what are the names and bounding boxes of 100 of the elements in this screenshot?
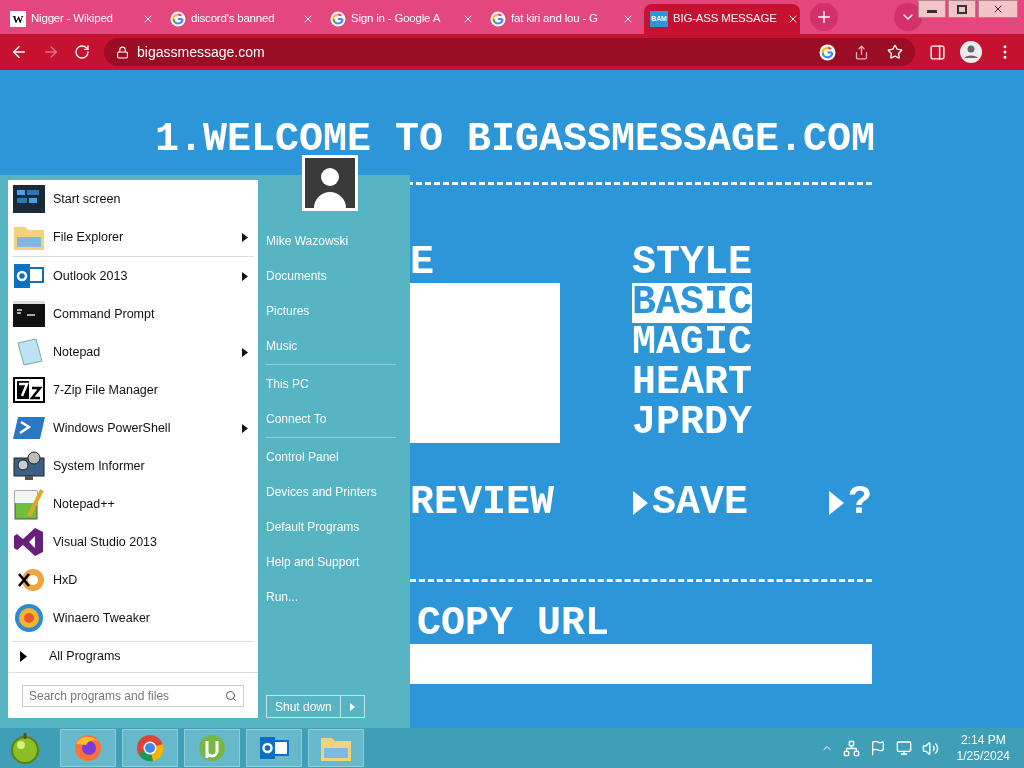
back-icon[interactable] (10, 43, 28, 61)
tab-title: Sign in - Google A (351, 11, 441, 27)
browser-tab[interactable]: Sign in - Google A (324, 4, 480, 34)
lock-icon (116, 45, 129, 59)
place-item[interactable]: Music (266, 328, 396, 363)
tab-title: fat kiri and lou - G (511, 11, 598, 27)
action-link[interactable]: ? (828, 483, 872, 523)
place-item[interactable]: Default Programs (266, 509, 396, 544)
action-link[interactable]: SAVE (632, 483, 748, 523)
monitor-icon[interactable] (895, 740, 912, 756)
tab-title: Nigger - Wikiped (31, 11, 113, 27)
share-icon[interactable] (854, 44, 869, 60)
caret-icon (349, 702, 355, 711)
search-field[interactable]: Search programs and files (22, 685, 244, 707)
program-item[interactable]: 7-Zip File Manager (8, 371, 258, 409)
style-option[interactable]: JPRDY (632, 403, 753, 443)
speaker-icon[interactable] (921, 739, 939, 757)
side-panel-icon[interactable] (929, 43, 946, 61)
program-item[interactable]: Winaero Tweaker (8, 599, 258, 637)
terminal-icon (13, 301, 45, 327)
message-field[interactable] (410, 283, 560, 443)
restore-button[interactable] (948, 0, 976, 18)
section-heading: E (410, 243, 434, 283)
user-name[interactable]: Mike Wazowski (266, 223, 396, 258)
triangle-icon (632, 490, 649, 516)
url-field[interactable] (410, 644, 872, 684)
place-item[interactable]: Documents (266, 258, 396, 293)
url-text: bigassmessage.com (137, 42, 266, 62)
submenu-arrow-icon (242, 347, 248, 357)
program-item[interactable]: Notepad (8, 333, 258, 371)
reload-icon[interactable] (74, 44, 90, 60)
style-option[interactable]: HEART (632, 363, 753, 403)
section-heading: STYLE (632, 243, 753, 283)
program-item[interactable]: File Explorer (8, 218, 258, 256)
program-item[interactable]: Windows PowerShell (8, 409, 258, 447)
favicon: W (10, 11, 26, 27)
place-item[interactable]: This PC (266, 366, 396, 401)
expand-arrow-icon (20, 650, 27, 662)
program-item[interactable]: Start screen (8, 180, 258, 218)
clock-time[interactable]: 2:14 PM (960, 732, 1006, 748)
envelope-icon (13, 262, 45, 290)
notepad-icon (14, 337, 44, 367)
all-programs-item[interactable]: All Programs (8, 642, 258, 670)
taskbar-button[interactable] (60, 729, 116, 767)
browser-tab[interactable]: fat kiri and lou - G (484, 4, 640, 34)
address-bar[interactable]: bigassmessage.com (104, 38, 915, 66)
shutdown-options-button[interactable] (340, 695, 365, 718)
start-orb-icon[interactable] (8, 731, 42, 765)
program-item[interactable]: Command Prompt (8, 295, 258, 333)
preview-link[interactable]: REVIEW (410, 480, 555, 525)
place-item[interactable]: Pictures (266, 293, 396, 328)
user-avatar[interactable] (302, 155, 358, 211)
program-item[interactable]: Notepad++ (8, 485, 258, 523)
submenu-arrow-icon (242, 232, 248, 242)
tab-title: discord's banned (191, 11, 275, 27)
browser-tab[interactable]: W Nigger - Wikiped (4, 4, 160, 34)
place-item[interactable]: Run... (266, 579, 396, 614)
taskbar-button[interactable] (184, 729, 240, 767)
close-icon[interactable] (622, 13, 634, 25)
place-item[interactable]: Devices and Printers (266, 474, 396, 509)
place-item[interactable]: Connect To (266, 401, 396, 436)
style-option[interactable]: MAGIC (632, 323, 753, 363)
profile-icon[interactable] (960, 41, 982, 63)
place-item[interactable]: Help and Support (266, 544, 396, 579)
program-item[interactable]: HxD (8, 561, 258, 599)
tab-title: BIG-ASS MESSAGE (673, 11, 777, 27)
taskbar-button[interactable] (122, 729, 178, 767)
network-icon[interactable] (842, 739, 860, 757)
clock-date[interactable]: 1/25/2024 (956, 748, 1010, 764)
search-icon[interactable] (225, 690, 237, 702)
ribbon-icon (14, 527, 44, 557)
google-icon (330, 11, 346, 27)
close-icon[interactable] (302, 13, 314, 25)
shutdown-button[interactable]: Shut down (266, 695, 341, 718)
close-icon[interactable] (142, 13, 154, 25)
submenu-arrow-icon (242, 271, 248, 281)
style-option[interactable]: BASIC (632, 283, 753, 323)
program-item[interactable]: System Informer (8, 447, 258, 485)
mu-circle-icon (197, 733, 227, 763)
plus-icon (815, 8, 833, 26)
place-item[interactable]: Control Panel (266, 439, 396, 474)
submenu-arrow-icon (242, 423, 248, 433)
flag-icon[interactable] (869, 740, 886, 756)
browser-tab[interactable]: discord's banned (164, 4, 320, 34)
monitor-gears-icon (13, 450, 45, 482)
star-icon[interactable] (887, 44, 903, 60)
notepad-pencil-icon (14, 488, 44, 520)
swirl-icon (13, 603, 45, 633)
tiles-icon (13, 185, 45, 213)
fox-globe-icon (73, 733, 103, 763)
taskbar-button[interactable] (246, 729, 302, 767)
shell-icon (13, 415, 45, 441)
new-tab-button[interactable] (810, 3, 838, 31)
program-item[interactable]: Outlook 2013 (8, 257, 258, 295)
close-icon[interactable] (462, 13, 474, 25)
google-icon (819, 43, 836, 61)
minimize-button[interactable] (918, 0, 946, 18)
person-silhouette-icon (305, 158, 355, 208)
round-logo-icon (135, 733, 165, 763)
program-item[interactable]: Visual Studio 2013 (8, 523, 258, 561)
